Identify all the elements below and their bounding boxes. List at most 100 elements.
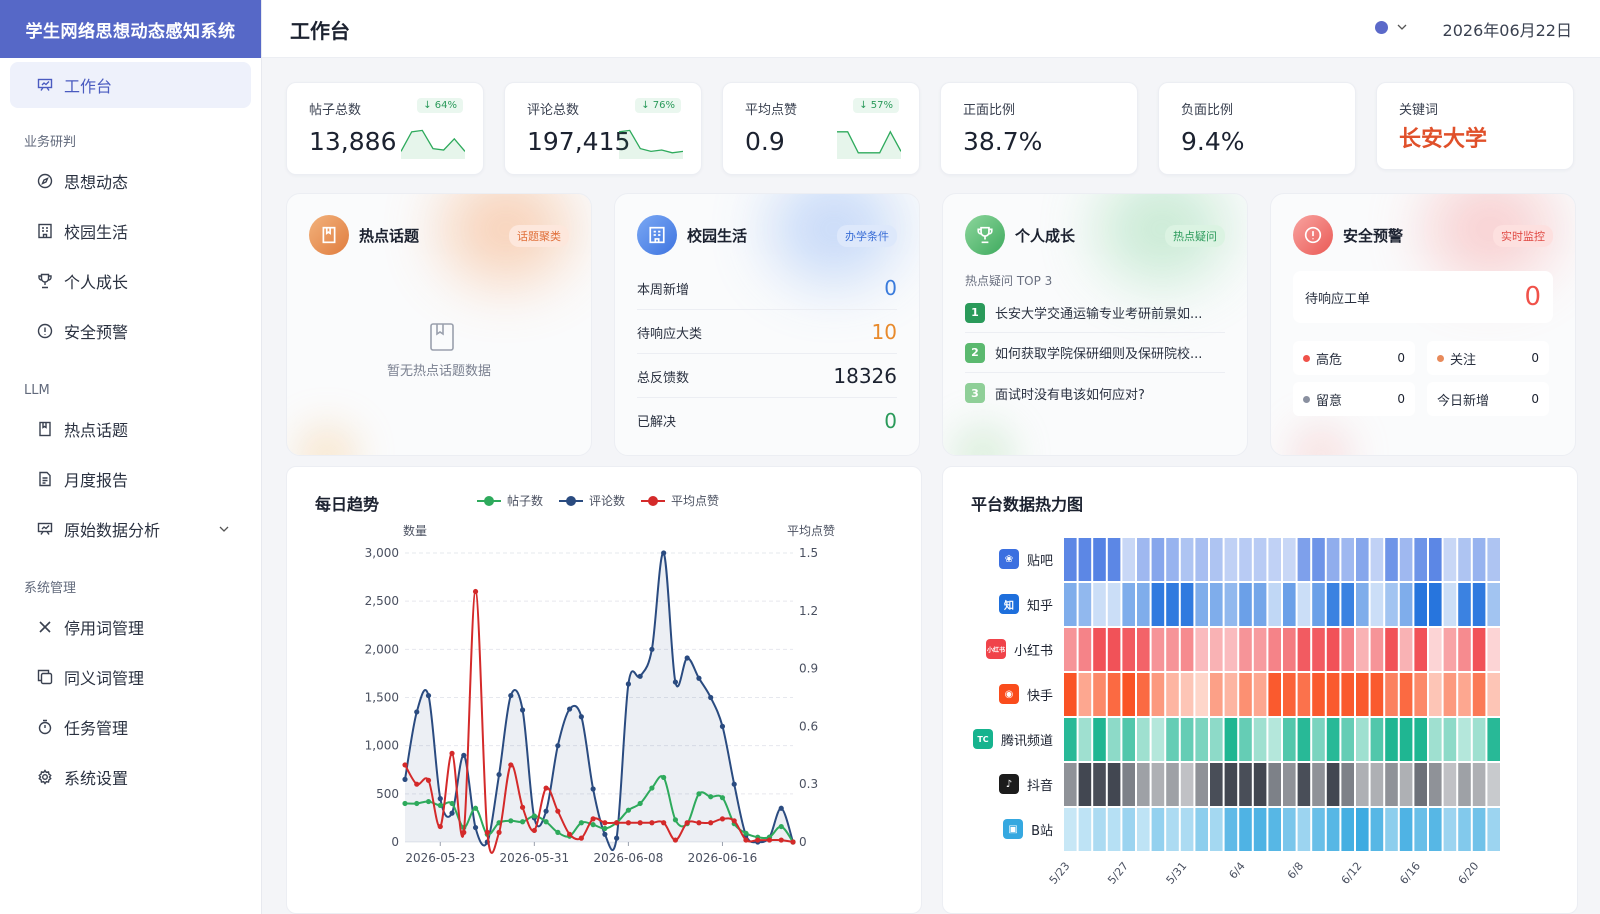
heat-cell xyxy=(1239,628,1252,671)
heat-cell xyxy=(1297,763,1311,806)
heat-cell xyxy=(1195,583,1208,626)
presentation-icon xyxy=(36,76,54,94)
sidebar-item-dashboard[interactable]: 工作台 xyxy=(10,62,251,108)
data-point xyxy=(696,791,702,797)
heat-cell xyxy=(1224,763,1238,806)
top3-item[interactable]: 3 面试时没有电该如何应对? xyxy=(965,373,1225,413)
heat-cell xyxy=(1078,763,1092,806)
copy-icon xyxy=(36,668,54,686)
data-point xyxy=(578,714,584,720)
top3-item[interactable]: 2 如何获取学院保研细则及保研院校... xyxy=(965,333,1225,373)
heat-cell xyxy=(1414,673,1427,716)
card-personal-growth: 个人成长 热点疑问 热点疑问 TOP 3 1 长安大学交通运输专业考研前景如...… xyxy=(942,193,1248,456)
heat-cell xyxy=(1137,583,1150,626)
top3-item[interactable]: 1 长安大学交通运输专业考研前景如... xyxy=(965,293,1225,333)
data-point xyxy=(437,823,443,830)
heat-cell xyxy=(1093,538,1106,581)
heat-cell xyxy=(1326,718,1340,761)
theme-color-dot[interactable] xyxy=(1375,21,1388,34)
heat-cell xyxy=(1458,718,1471,761)
heat-cell xyxy=(1180,583,1194,626)
data-point xyxy=(425,798,432,805)
sidebar-item-safety[interactable]: 安全预警 xyxy=(0,306,261,356)
data-point xyxy=(661,550,667,556)
data-point xyxy=(743,837,749,843)
heat-cell xyxy=(1326,808,1340,851)
heat-cell xyxy=(1326,673,1340,716)
kpi-card-positive-ratio: 正面比例 38.7% xyxy=(940,82,1138,175)
risk-value: 0 xyxy=(1397,351,1405,365)
heat-cell xyxy=(1166,673,1179,716)
sidebar-item-raw-analysis[interactable]: 原始数据分析 xyxy=(0,504,261,554)
data-point xyxy=(402,762,408,768)
sidebar-item-synonyms[interactable]: 同义词管理 xyxy=(0,652,261,702)
sidebar-item-thoughts[interactable]: 思想动态 xyxy=(0,156,261,206)
data-point xyxy=(496,771,502,778)
sidebar-item-tasks[interactable]: 任务管理 xyxy=(0,702,261,752)
heat-cell xyxy=(1224,718,1238,761)
heat-cell xyxy=(1180,538,1194,581)
risk-item: 留意 0 xyxy=(1293,382,1415,416)
heat-cell xyxy=(1078,583,1092,626)
y-tick-left: 1,500 xyxy=(365,691,399,705)
heat-cell xyxy=(1137,718,1150,761)
heat-cell xyxy=(1268,763,1281,806)
heat-cell xyxy=(1180,808,1194,851)
heat-cell xyxy=(1297,718,1311,761)
heat-cell xyxy=(1326,538,1340,581)
nav-group-title: 系统管理 xyxy=(24,581,77,596)
heat-cell xyxy=(1370,673,1384,716)
data-point xyxy=(614,835,620,841)
heat-cell xyxy=(1253,628,1267,671)
sidebar-item-campus[interactable]: 校园生活 xyxy=(0,206,261,256)
heat-cell xyxy=(1064,808,1077,851)
data-point xyxy=(637,800,643,807)
book-icon xyxy=(309,215,349,255)
sidebar-item-label: 任务管理 xyxy=(64,719,129,738)
data-point xyxy=(719,795,726,801)
heat-cell xyxy=(1312,673,1325,716)
data-point xyxy=(472,824,479,831)
y-tick-left: 2,000 xyxy=(365,642,399,656)
y-tick-left: 500 xyxy=(376,787,399,801)
heat-cell xyxy=(1137,628,1150,671)
heat-cell xyxy=(1268,808,1281,851)
data-point xyxy=(531,813,537,819)
heat-cell xyxy=(1312,808,1325,851)
y-tick-right: 1.5 xyxy=(799,546,818,560)
heat-cell xyxy=(1414,808,1427,851)
heat-cell xyxy=(1151,808,1165,851)
kpi-value: 0.9 xyxy=(745,127,785,156)
heat-cell xyxy=(1166,763,1179,806)
y-tick-right: 0.3 xyxy=(799,777,818,791)
sidebar-item-stopwords[interactable]: 停用词管理 xyxy=(0,602,261,652)
data-point xyxy=(778,805,784,811)
heat-cell xyxy=(1326,583,1340,626)
heat-cell xyxy=(1224,538,1238,581)
heat-cell xyxy=(1239,673,1252,716)
sidebar-item-hot-topics[interactable]: 热点话题 xyxy=(0,404,261,454)
card-title: 安全预警 xyxy=(1343,227,1404,245)
sidebar-item-growth[interactable]: 个人成长 xyxy=(0,256,261,306)
risk-dot xyxy=(1303,354,1310,362)
heat-cell xyxy=(1414,628,1427,671)
heat-cell xyxy=(1443,718,1457,761)
compass-icon xyxy=(36,172,54,190)
heat-cell xyxy=(1297,628,1311,671)
sidebar-item-monthly-report[interactable]: 月度报告 xyxy=(0,454,261,504)
sidebar-item-settings[interactable]: 系统设置 xyxy=(0,752,261,802)
data-point xyxy=(402,800,408,807)
heat-cell xyxy=(1385,673,1398,716)
heat-cell xyxy=(1268,718,1281,761)
chevron-down-icon[interactable] xyxy=(217,522,231,536)
heat-cell xyxy=(1253,763,1267,806)
heat-cell xyxy=(1370,718,1384,761)
stat-value: 0 xyxy=(884,276,897,300)
heat-cell xyxy=(1356,808,1369,851)
stat-row: 已解决 0 xyxy=(637,399,897,442)
chevron-down-icon[interactable] xyxy=(1396,21,1408,33)
heat-cell xyxy=(1472,763,1486,806)
sidebar-item-label: 系统设置 xyxy=(64,769,129,788)
rank-badge: 1 xyxy=(965,302,985,323)
data-point xyxy=(578,835,584,841)
